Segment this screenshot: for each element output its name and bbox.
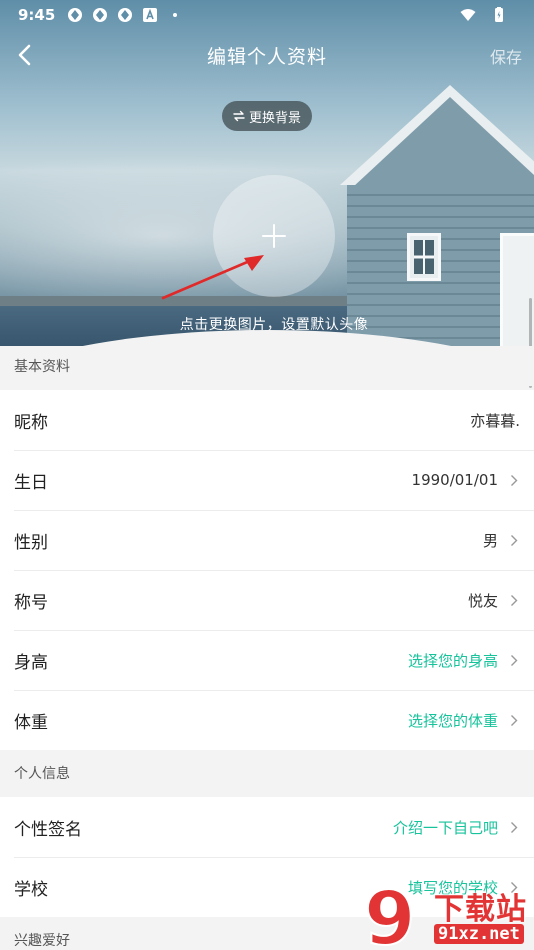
basic-info-list: 昵称 亦暮暮. 生日 1990/01/01 性别 男 称号 悦友 身高 选择您的…: [0, 390, 534, 750]
back-button[interactable]: [10, 40, 40, 70]
page-title: 编辑个人资料: [206, 45, 327, 68]
chevron-right-icon: [510, 820, 520, 834]
row-label: 昵称: [14, 412, 48, 433]
chevron-right-icon: [510, 473, 520, 487]
row-label: 个性签名: [14, 819, 82, 840]
row-gender[interactable]: 性别 男: [0, 510, 534, 570]
change-background-label: 更换背景: [248, 110, 301, 126]
svg-text:9: 9: [364, 880, 416, 950]
row-birthday[interactable]: 生日 1990/01/01: [0, 450, 534, 510]
row-label: 生日: [14, 472, 48, 493]
row-value: 介绍一下自己吧: [392, 818, 498, 837]
chevron-right-icon: [510, 653, 520, 667]
section-title-personal: 个人信息: [0, 753, 534, 793]
row-value: 亦暮暮.: [470, 411, 520, 430]
wifi-icon: [460, 7, 476, 23]
row-value: 男: [482, 531, 498, 550]
row-weight[interactable]: 体重 选择您的体重: [0, 690, 534, 750]
row-label: 身高: [14, 652, 48, 673]
row-label: 称号: [14, 592, 48, 613]
status-bar: 9:45: [0, 0, 534, 30]
save-button[interactable]: 保存: [490, 44, 522, 68]
app-notification-icon: [92, 7, 108, 23]
row-value: 悦友: [467, 591, 498, 610]
row-label: 性别: [14, 532, 48, 553]
chevron-right-icon: [510, 593, 520, 607]
row-label: 学校: [14, 879, 48, 900]
app-notification-icon: [67, 7, 83, 23]
watermark-logo: 9 下载站 91xz.net: [358, 880, 534, 950]
row-value: 选择您的身高: [407, 651, 498, 670]
avatar-hint: 点击更换图片，设置默认头像: [179, 317, 369, 333]
watermark-nine-icon: 9: [363, 880, 417, 950]
app-notification-icon: [117, 7, 133, 23]
watermark-url: 91xz.net: [434, 924, 524, 944]
row-nickname[interactable]: 昵称 亦暮暮.: [0, 390, 534, 450]
more-notifications-dot-icon: [167, 7, 183, 23]
translate-icon: [142, 7, 158, 23]
back-arrow-icon: [18, 44, 31, 66]
row-value: 1990/01/01: [411, 471, 498, 489]
annotation-arrow-icon: [161, 255, 264, 300]
row-value: 选择您的体重: [407, 711, 498, 730]
section-title-basic: 基本资料: [0, 346, 534, 386]
row-height[interactable]: 身高 选择您的身高: [0, 630, 534, 690]
row-label: 体重: [14, 712, 48, 733]
chevron-right-icon: [510, 533, 520, 547]
plus-icon: [262, 224, 286, 248]
row-signature[interactable]: 个性签名 介绍一下自己吧: [0, 797, 534, 857]
status-time: 9:45: [18, 6, 56, 24]
swap-icon: [233, 110, 245, 122]
change-background-button[interactable]: 更换背景: [222, 101, 312, 131]
row-title[interactable]: 称号 悦友: [0, 570, 534, 630]
nav-bar: 编辑个人资料 保存: [0, 30, 534, 80]
battery-icon: [491, 7, 507, 23]
watermark-text: 下载站: [434, 892, 527, 927]
chevron-right-icon: [510, 713, 520, 727]
